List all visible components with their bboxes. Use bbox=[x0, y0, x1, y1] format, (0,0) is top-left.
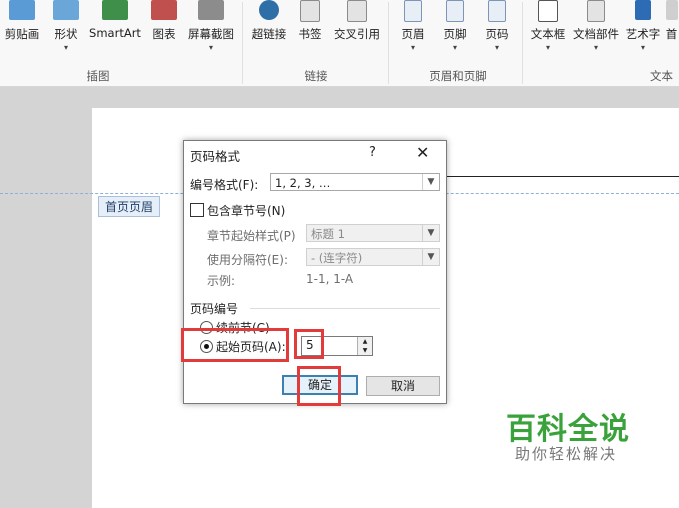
group-separator bbox=[388, 2, 389, 84]
wordart-label: 艺术字 bbox=[625, 27, 661, 41]
bookmark-button[interactable]: 书签 bbox=[294, 0, 326, 58]
cross-reference-button[interactable]: 交叉引用 bbox=[330, 0, 384, 58]
clipart-label: 剪贴画 bbox=[4, 27, 40, 41]
chapter-style-value: 标题 1 bbox=[311, 227, 345, 241]
quick-parts-button[interactable]: 文档部件 ▾ bbox=[571, 0, 621, 58]
watermark-subtitle: 助你轻松解决 bbox=[515, 445, 618, 463]
include-chapter-label: 包含章节号(N) bbox=[207, 204, 286, 218]
screenshot-label: 屏幕截图 bbox=[188, 27, 234, 41]
spinner-arrows-icon[interactable]: ▲ ▼ bbox=[357, 337, 372, 355]
dropdown-arrow-icon: ▾ bbox=[494, 43, 499, 52]
example-label: 示例: bbox=[207, 274, 236, 288]
dialog-title: 页码格式 bbox=[190, 149, 241, 164]
screenshot-icon bbox=[198, 0, 224, 20]
page-number-icon bbox=[488, 0, 506, 22]
chart-label: 图表 bbox=[152, 27, 176, 41]
dropdown-arrow-icon: ▾ bbox=[452, 43, 457, 52]
dropdown-arrow-icon: ▾ bbox=[410, 43, 415, 52]
section-divider bbox=[250, 308, 440, 309]
example-value: 1-1, 1-A bbox=[306, 272, 354, 286]
hyperlink-icon bbox=[259, 0, 279, 20]
textbox-button[interactable]: 文本框 ▾ bbox=[527, 0, 569, 58]
group-label-text: 文本 bbox=[650, 69, 673, 83]
quick-parts-icon bbox=[587, 0, 605, 22]
separator-label: 使用分隔符(E): bbox=[207, 253, 288, 267]
separator-select: - (连字符) ▼ bbox=[306, 248, 440, 266]
number-format-value: 1, 2, 3, … bbox=[275, 176, 331, 190]
header-rule bbox=[446, 176, 679, 177]
shapes-icon bbox=[53, 0, 79, 20]
cross-reference-icon bbox=[347, 0, 367, 22]
header-icon bbox=[404, 0, 422, 22]
wordart-button[interactable]: 艺术字 ▾ bbox=[623, 0, 663, 58]
chevron-down-icon: ▼ bbox=[422, 225, 439, 241]
dropdown-arrow-icon: ▾ bbox=[545, 43, 550, 52]
group-label-links: 链接 bbox=[304, 69, 328, 83]
textbox-label: 文本框 bbox=[530, 27, 566, 41]
drop-cap-button[interactable]: 首 bbox=[664, 0, 679, 58]
quick-parts-label: 文档部件 bbox=[573, 27, 619, 41]
number-format-label: 编号格式(F): bbox=[190, 178, 259, 192]
page-number-button[interactable]: 页码 ▾ bbox=[480, 0, 514, 58]
bookmark-icon bbox=[300, 0, 320, 22]
highlight-box-ok bbox=[297, 366, 341, 406]
drop-cap-icon bbox=[665, 0, 678, 20]
chevron-down-icon[interactable]: ▼ bbox=[422, 174, 439, 190]
header-label: 页眉 bbox=[401, 27, 425, 41]
page-numbering-label: 页码编号 bbox=[190, 302, 239, 316]
dropdown-arrow-icon: ▾ bbox=[63, 43, 68, 52]
chapter-style-select: 标题 1 ▼ bbox=[306, 224, 440, 242]
smartart-label: SmartArt bbox=[89, 26, 141, 40]
footer-icon bbox=[446, 0, 464, 22]
header-button[interactable]: 页眉 ▾ bbox=[396, 0, 430, 58]
group-separator bbox=[522, 2, 523, 84]
bookmark-label: 书签 bbox=[298, 27, 322, 41]
close-icon[interactable]: ✕ bbox=[416, 143, 429, 162]
hyperlink-button[interactable]: 超链接 bbox=[247, 0, 291, 58]
chart-icon bbox=[151, 0, 177, 20]
group-label-header-footer: 页眉和页脚 bbox=[429, 69, 487, 83]
cross-reference-label: 交叉引用 bbox=[334, 27, 380, 41]
watermark-title: 百科全说 bbox=[506, 412, 630, 447]
group-separator bbox=[242, 2, 243, 84]
clipart-button[interactable]: 剪贴画 bbox=[0, 0, 44, 58]
highlight-box-start-at bbox=[181, 328, 289, 362]
page-number-format-dialog: 页码格式 ? ✕ 编号格式(F): 1, 2, 3, … ▼ 包含章节号(N) … bbox=[183, 140, 447, 404]
group-label-illustrations: 插图 bbox=[86, 69, 110, 83]
smartart-button[interactable]: SmartArt bbox=[86, 0, 144, 58]
footer-button[interactable]: 页脚 ▾ bbox=[438, 0, 472, 58]
shapes-button[interactable]: 形状 ▾ bbox=[48, 0, 84, 58]
dropdown-arrow-icon: ▾ bbox=[208, 43, 213, 52]
wordart-icon bbox=[635, 0, 651, 20]
first-page-header-tag: 首页页眉 bbox=[98, 196, 161, 217]
screenshot-button[interactable]: 屏幕截图 ▾ bbox=[185, 0, 237, 58]
include-chapter-checkbox[interactable] bbox=[190, 203, 204, 217]
page-number-label: 页码 bbox=[485, 27, 509, 41]
shapes-label: 形状 bbox=[54, 27, 78, 41]
footer-label: 页脚 bbox=[443, 27, 467, 41]
separator-value: - (连字符) bbox=[311, 251, 363, 265]
help-button[interactable]: ? bbox=[369, 145, 376, 160]
cancel-button[interactable]: 取消 bbox=[366, 376, 440, 396]
dropdown-arrow-icon: ▾ bbox=[593, 43, 598, 52]
clipart-icon bbox=[9, 0, 35, 20]
smartart-icon bbox=[102, 0, 128, 20]
dropdown-arrow-icon: ▾ bbox=[640, 43, 645, 52]
chapter-style-label: 章节起始样式(P) bbox=[207, 229, 296, 243]
hyperlink-label: 超链接 bbox=[251, 27, 287, 41]
highlight-box-start-value bbox=[294, 329, 324, 359]
chart-button[interactable]: 图表 bbox=[147, 0, 181, 58]
chevron-down-icon: ▼ bbox=[422, 249, 439, 265]
textbox-icon bbox=[538, 0, 558, 22]
number-format-select[interactable]: 1, 2, 3, … ▼ bbox=[270, 173, 440, 191]
ribbon: 剪贴画 形状 ▾ SmartArt 图表 屏幕截图 ▾ 超链接 书签 交叉引用 … bbox=[0, 0, 679, 87]
drop-cap-label: 首 bbox=[665, 27, 678, 41]
